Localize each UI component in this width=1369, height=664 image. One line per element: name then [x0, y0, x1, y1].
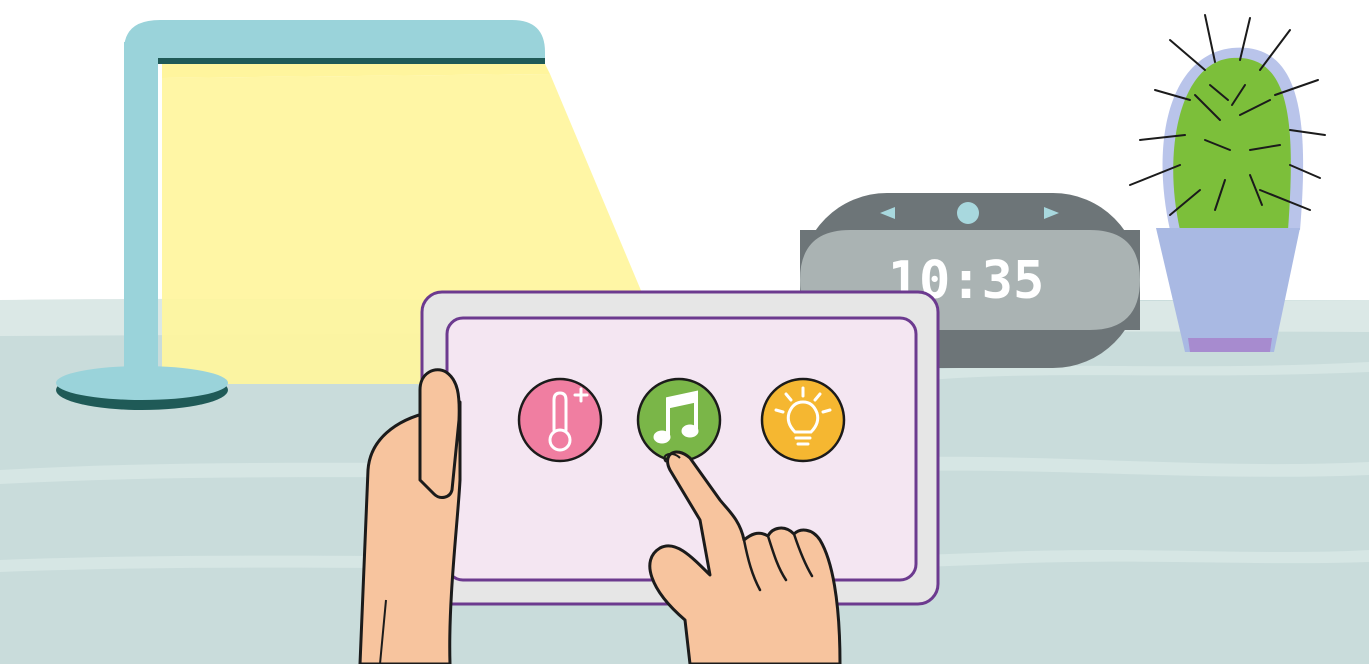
- lamp-head-underside: [158, 58, 545, 64]
- scene-illustration: 10:35: [0, 14, 1369, 664]
- plant-pot-rim: [1188, 338, 1272, 352]
- thermostat-button[interactable]: [517, 377, 603, 463]
- music-button[interactable]: [636, 377, 722, 463]
- left-thumb: [418, 368, 461, 499]
- smart-home-scene: 10:35: [0, 0, 1369, 664]
- indicator-dot-icon: [957, 202, 979, 224]
- lamp-pole: [124, 42, 158, 376]
- lamp-arm: [124, 20, 545, 62]
- light-button[interactable]: [760, 377, 846, 463]
